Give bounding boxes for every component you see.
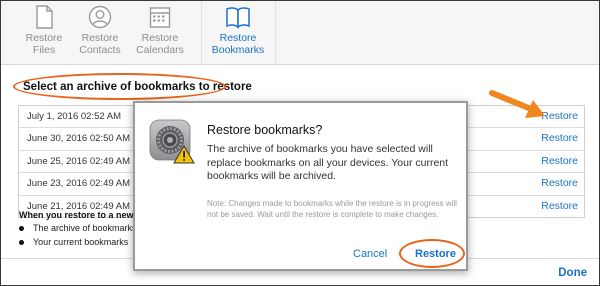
calendar-icon xyxy=(149,7,171,28)
archive-date: June 30, 2016 02:50 AM xyxy=(27,133,130,145)
tab-restore-bookmarks[interactable]: Restore Bookmarks xyxy=(201,5,275,61)
restore-link[interactable]: Restore xyxy=(541,200,578,212)
tab-label-line2: Files xyxy=(32,44,56,56)
restore-link[interactable]: Restore xyxy=(541,132,578,144)
tab-label-line2: Calendars xyxy=(136,44,184,56)
info-bullet: The archive of bookmarks xyxy=(19,223,137,233)
archive-date: July 1, 2016 02:52 AM xyxy=(27,111,122,122)
info-bullet: Your current bookmarks xyxy=(19,237,128,247)
pointer-arrow-icon xyxy=(489,90,545,118)
archive-date: June 25, 2016 02:49 AM xyxy=(27,155,130,167)
archive-date: June 23, 2016 02:49 AM xyxy=(27,178,130,190)
tab-label-line1: Restore xyxy=(219,32,257,44)
tab-label-line1: Restore xyxy=(141,32,179,44)
tab-separator xyxy=(201,1,202,64)
info-bullet-text: Your current bookmarks xyxy=(33,237,129,247)
bullet-icon xyxy=(19,226,24,232)
heading-highlight-oval xyxy=(13,73,226,100)
info-bullet-text: The archive of bookmarks xyxy=(33,223,137,233)
cancel-button[interactable]: Cancel xyxy=(353,248,387,260)
bullet-icon xyxy=(19,240,24,246)
restore-link[interactable]: Restore xyxy=(541,177,578,189)
restore-dialog: Restore bookmarks? The archive of bookma… xyxy=(133,101,468,271)
tab-label-line1: Restore xyxy=(25,32,63,44)
tab-restore-files[interactable]: Restore Files xyxy=(15,5,73,61)
dialog-note: Note: Changes made to bookmarks while th… xyxy=(207,199,457,219)
dialog-message: The archive of bookmarks you have select… xyxy=(207,143,449,182)
settings-warning-icon xyxy=(149,119,195,164)
info-title: When you restore to a new xyxy=(19,210,134,220)
tab-restore-contacts[interactable]: Restore Contacts xyxy=(71,5,129,61)
tab-label-line2: Contacts xyxy=(79,44,121,56)
tab-label-line1: Restore xyxy=(81,32,119,44)
tab-restore-calendars[interactable]: Restore Calendars xyxy=(131,5,189,61)
book-icon xyxy=(226,7,250,29)
toolbar: Restore Files Restore Contacts Restore C… xyxy=(1,1,599,65)
restore-highlight-oval xyxy=(399,239,465,268)
contact-icon xyxy=(88,5,112,29)
done-button[interactable]: Done xyxy=(558,267,587,279)
restore-link[interactable]: Restore xyxy=(541,155,578,167)
tab-label-line2: Bookmarks xyxy=(211,44,265,56)
tab-separator xyxy=(275,1,276,64)
app-window: Restore Files Restore Contacts Restore C… xyxy=(0,0,600,286)
dialog-title: Restore bookmarks? xyxy=(207,123,323,137)
file-icon xyxy=(36,5,53,29)
